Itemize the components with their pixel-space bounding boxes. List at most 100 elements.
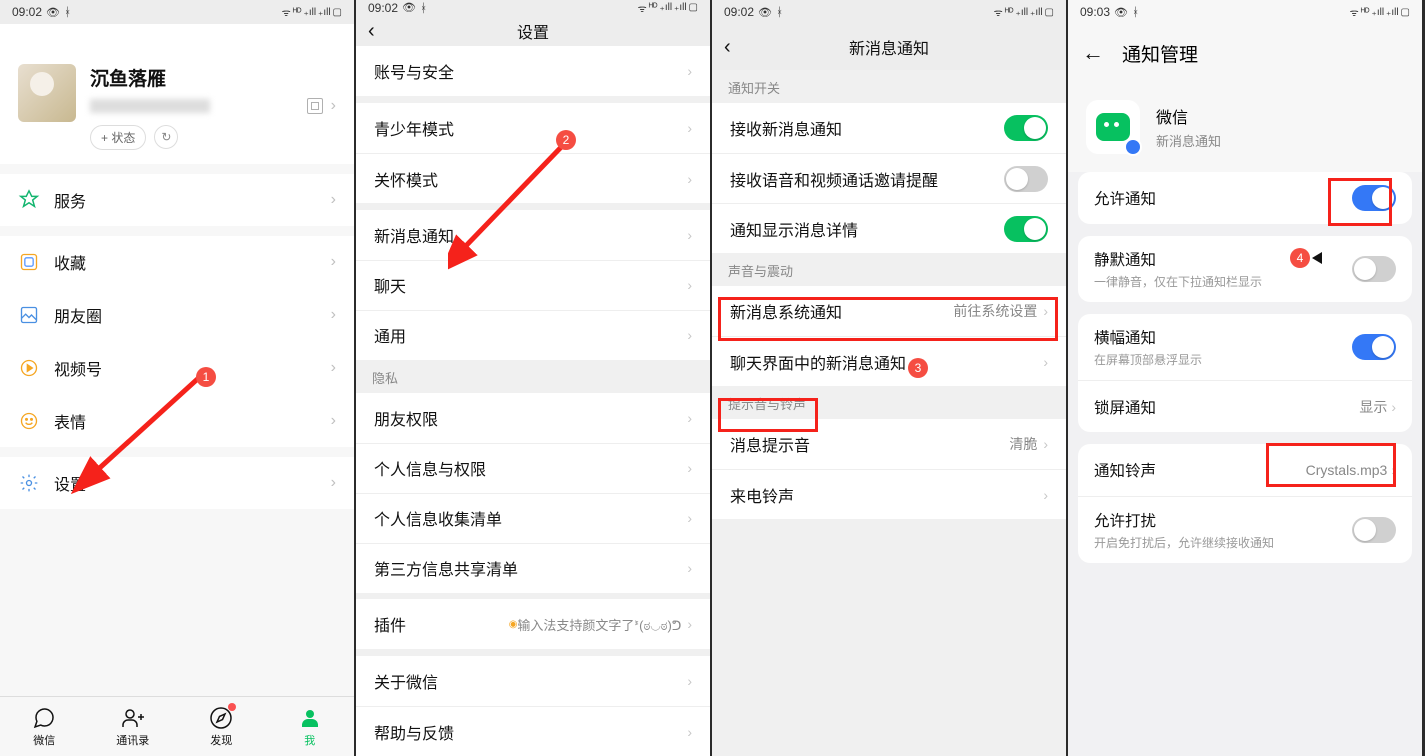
status-bar: 09:02 👁 ᚼ ᯤᴴᴰ₊ıll₊ıll▢ xyxy=(356,0,710,16)
chevron-right-icon: › xyxy=(1391,399,1396,415)
screen-me: 09:02 👁 ᚼ ᯤᴴᴰ₊ıll₊ıll▢ 沉鱼落雁 › + 状态 ↻ xyxy=(0,0,354,756)
help-item[interactable]: 帮助与反馈› xyxy=(356,706,710,756)
chevron-right-icon: › xyxy=(1043,487,1048,503)
plugins-hint: 输入法支持颜文字了ᕑ(ಠ◡ಠ)ᕤ xyxy=(517,615,681,634)
tab-discover[interactable]: 发现 xyxy=(177,697,266,756)
chevron-right-icon: › xyxy=(331,191,336,209)
profile-card[interactable]: 沉鱼落雁 › + 状态 ↻ xyxy=(0,24,354,164)
chevron-right-icon: › xyxy=(687,63,692,79)
silent-row[interactable]: 静默通知 一律静音，仅在下拉通知栏显示 xyxy=(1078,236,1412,302)
receive-new-msg-item[interactable]: 接收新消息通知 xyxy=(712,103,1066,153)
nav-header: ‹ 新消息通知 xyxy=(712,24,1066,70)
new-icon: ◉ xyxy=(509,619,518,630)
new-msg-notify-item[interactable]: 新消息通知› xyxy=(356,210,710,260)
chevron-right-icon: › xyxy=(687,410,692,426)
tab-contacts[interactable]: 通讯录 xyxy=(89,697,178,756)
msg-tone-item[interactable]: 消息提示音 清脆 › xyxy=(712,419,1066,469)
page-title: 设置 xyxy=(356,19,710,43)
avatar[interactable] xyxy=(18,64,76,122)
chevron-right-icon: › xyxy=(687,227,692,243)
chevron-right-icon: › xyxy=(331,97,336,115)
favorites-item[interactable]: 收藏 › xyxy=(0,236,354,288)
toggle-receive-call[interactable] xyxy=(1004,166,1048,192)
thirdparty-item[interactable]: 第三方信息共享清单› xyxy=(356,543,710,593)
receive-call-item[interactable]: 接收语音和视频通话邀请提醒 xyxy=(712,153,1066,203)
bluetooth-icon: ᚼ xyxy=(776,5,783,19)
msg-tone-value: 清脆 xyxy=(1009,434,1037,454)
plugins-item[interactable]: 插件 ◉ 输入法支持颜文字了ᕑ(ಠ◡ಠ)ᕤ › xyxy=(356,599,710,649)
tab-wechat[interactable]: 微信 xyxy=(0,697,89,756)
chevron-right-icon: › xyxy=(687,120,692,136)
allow-notify-row[interactable]: 允许通知 xyxy=(1078,172,1412,224)
person-icon xyxy=(298,706,322,730)
toggle-banner[interactable] xyxy=(1352,334,1396,360)
wechat-id xyxy=(90,99,210,113)
toggle-receive-new[interactable] xyxy=(1004,115,1048,141)
ringtone-row[interactable]: 通知铃声 Crystals.mp3 › xyxy=(1078,444,1412,496)
section-tone: 提示音与铃声 xyxy=(712,386,1066,419)
qr-icon[interactable] xyxy=(307,98,323,114)
settings-label: 设置 xyxy=(54,471,331,495)
tab-bar: 微信 通讯录 发现 我 xyxy=(0,696,354,756)
toggle-show-detail[interactable] xyxy=(1004,216,1048,242)
chevron-right-icon: › xyxy=(1391,462,1396,478)
status-icons: ᯤᴴᴰ₊ıll₊ıll▢ xyxy=(1350,5,1410,19)
chat-item[interactable]: 聊天› xyxy=(356,260,710,310)
service-label: 服务 xyxy=(54,188,331,212)
eye-icon: 👁 xyxy=(402,1,416,14)
chevron-right-icon: › xyxy=(687,327,692,343)
toggle-allow[interactable] xyxy=(1352,185,1396,211)
section-sound: 声音与震动 xyxy=(712,253,1066,286)
personal-info-item[interactable]: 个人信息与权限› xyxy=(356,443,710,493)
nav-header: ‹ 设置 xyxy=(356,16,710,47)
friends-perm-item[interactable]: 朋友权限› xyxy=(356,393,710,443)
tab-me[interactable]: 我 xyxy=(266,697,355,756)
moments-item[interactable]: 朋友圈 › xyxy=(0,288,354,341)
wechat-app-icon xyxy=(1086,100,1140,154)
profile-name: 沉鱼落雁 xyxy=(90,64,336,91)
chevron-right-icon: › xyxy=(331,253,336,271)
clock: 09:02 xyxy=(12,5,42,19)
dnd-row[interactable]: 允许打扰 开启免打扰后，允许继续接收通知 xyxy=(1078,496,1412,563)
refresh-icon[interactable]: ↻ xyxy=(154,125,178,149)
back-button[interactable]: ‹ xyxy=(368,20,392,43)
channels-item[interactable]: 视频号 › xyxy=(0,341,354,394)
service-item[interactable]: 服务 › xyxy=(0,174,354,226)
chevron-right-icon: › xyxy=(687,673,692,689)
banner-row[interactable]: 横幅通知 在屏幕顶部悬浮显示 xyxy=(1078,314,1412,380)
moments-icon xyxy=(18,304,40,326)
clock: 09:02 xyxy=(368,1,398,15)
general-item[interactable]: 通用› xyxy=(356,310,710,360)
toggle-dnd[interactable] xyxy=(1352,517,1396,543)
sys-notify-item[interactable]: 新消息系统通知 前往系统设置 › xyxy=(712,286,1066,336)
chat-icon xyxy=(32,706,56,730)
chevron-right-icon: › xyxy=(687,460,692,476)
app-badge-icon xyxy=(1124,138,1142,156)
lock-row[interactable]: 锁屏通知 显示 › xyxy=(1078,380,1412,432)
status-button[interactable]: + 状态 xyxy=(90,125,146,150)
about-item[interactable]: 关于微信› xyxy=(356,656,710,706)
chevron-right-icon: › xyxy=(687,616,692,632)
chat-notify-item[interactable]: 聊天界面中的新消息通知 › xyxy=(712,336,1066,386)
youth-mode-item[interactable]: 青少年模式› xyxy=(356,103,710,153)
show-detail-item[interactable]: 通知显示消息详情 xyxy=(712,203,1066,253)
moments-label: 朋友圈 xyxy=(54,303,331,327)
stickers-item[interactable]: 表情 › xyxy=(0,394,354,447)
info-collection-item[interactable]: 个人信息收集清单› xyxy=(356,493,710,543)
chevron-right-icon: › xyxy=(687,724,692,740)
settings-item[interactable]: 设置 › xyxy=(0,457,354,509)
back-button[interactable]: ‹ xyxy=(724,36,748,59)
nav-header: ← 通知管理 xyxy=(1068,24,1422,82)
bluetooth-icon: ᚼ xyxy=(64,5,71,19)
chevron-right-icon: › xyxy=(687,510,692,526)
contacts-icon xyxy=(121,706,145,730)
back-button[interactable]: ← xyxy=(1082,40,1104,66)
clock: 09:02 xyxy=(724,5,754,19)
account-security-item[interactable]: 账号与安全› xyxy=(356,46,710,96)
toggle-silent[interactable] xyxy=(1352,256,1396,282)
care-mode-item[interactable]: 关怀模式› xyxy=(356,153,710,203)
status-bar: 09:02 👁 ᚼ ᯤᴴᴰ₊ıll₊ıll▢ xyxy=(712,0,1066,24)
chevron-right-icon: › xyxy=(687,171,692,187)
call-tone-item[interactable]: 来电铃声 › xyxy=(712,469,1066,519)
lock-value: 显示 xyxy=(1359,397,1387,417)
